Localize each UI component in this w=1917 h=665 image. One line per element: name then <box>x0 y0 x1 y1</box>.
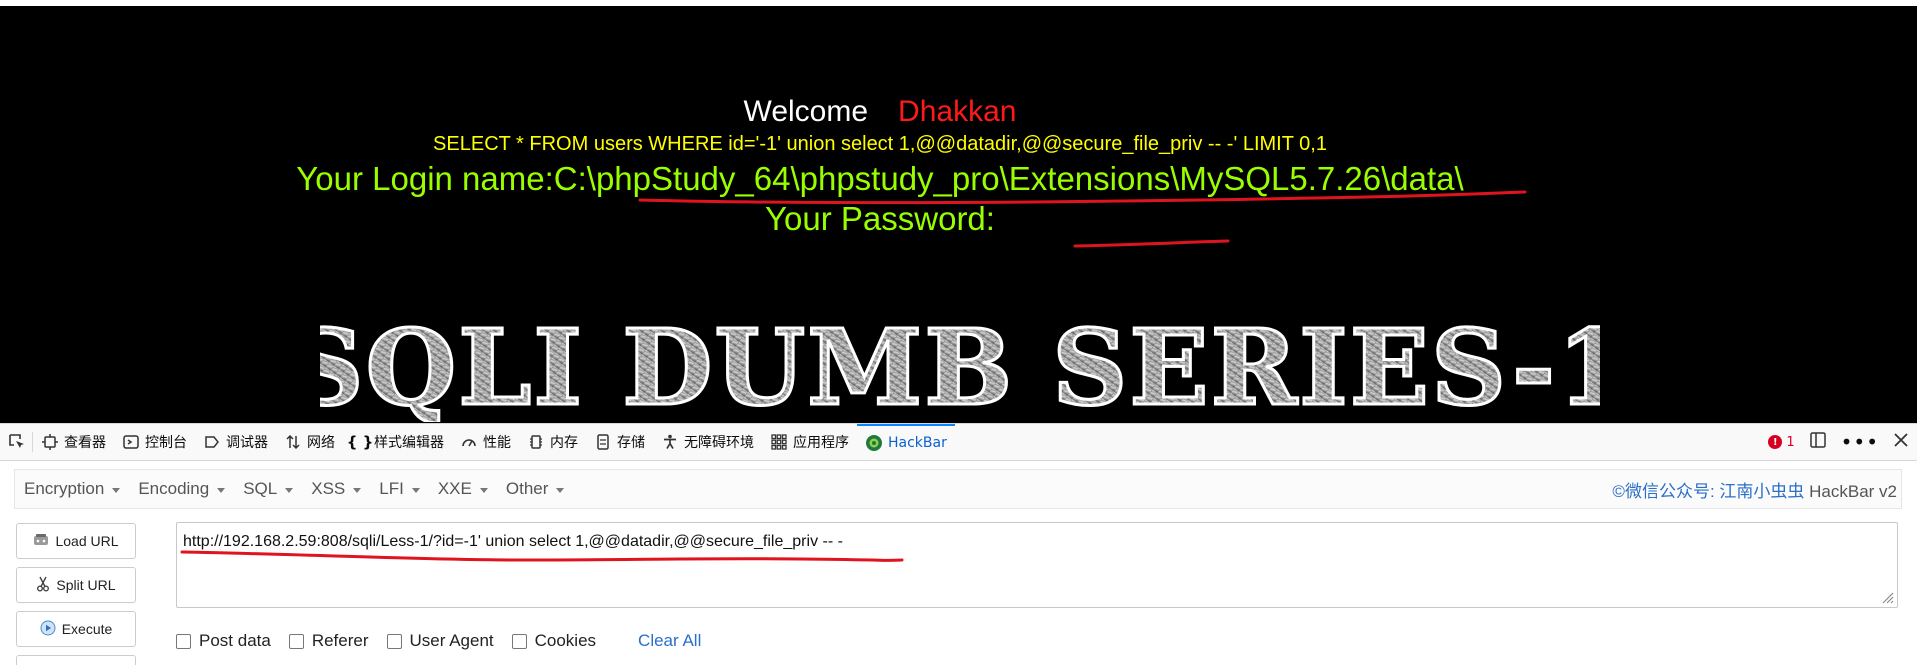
tab-label: 应用程序 <box>793 435 849 451</box>
hackbar-panel: Encryption Encoding SQL XSS LFI XXE Othe… <box>0 461 1917 665</box>
more-options-icon[interactable]: ••• <box>1841 432 1879 452</box>
error-count-badge[interactable]: ! 1 <box>1768 434 1795 450</box>
cookies-checkbox[interactable] <box>511 633 527 649</box>
tab-storage[interactable]: 存储 <box>586 424 653 460</box>
password-underline <box>1073 239 1230 248</box>
dock-toggle-icon[interactable] <box>1809 431 1827 453</box>
user-agent-checkbox[interactable] <box>386 633 402 649</box>
tab-label: 控制台 <box>145 435 187 451</box>
application-icon <box>770 433 788 451</box>
hackbar-options: Post data Referer User Agent Cookies Cle… <box>176 631 701 651</box>
sqli-dumb-series-banner: SQLI DUMB SERIES-1 <box>320 312 1600 422</box>
tab-console[interactable]: 控制台 <box>114 424 195 460</box>
tab-label: 性能 <box>483 435 511 451</box>
tab-label: 内存 <box>550 435 578 451</box>
storage-icon <box>594 433 612 451</box>
tab-label: 调试器 <box>226 435 268 451</box>
referer-checkbox[interactable] <box>288 633 304 649</box>
url-underline <box>180 550 904 562</box>
tab-label: 查看器 <box>64 435 106 451</box>
style-editor-icon: { } <box>346 433 374 451</box>
tab-label: 存储 <box>617 435 645 451</box>
element-picker-button[interactable] <box>0 424 32 460</box>
error-icon: ! <box>1768 435 1783 449</box>
tab-label: 网络 <box>307 435 335 451</box>
option-label: User Agent <box>409 631 494 650</box>
network-icon <box>284 433 302 451</box>
tab-network[interactable]: 网络 <box>276 424 343 460</box>
element-picker-icon <box>8 433 26 451</box>
memory-icon <box>527 433 545 451</box>
inspector-icon <box>41 433 59 451</box>
login-value-underline <box>638 190 1527 205</box>
option-post-data[interactable]: Post data <box>176 631 271 651</box>
option-label: Cookies <box>534 631 597 650</box>
tab-performance[interactable]: 性能 <box>452 424 519 460</box>
option-referer[interactable]: Referer <box>288 631 369 651</box>
banner-text: SQLI DUMB SERIES-1 <box>320 312 1600 422</box>
webpage-viewport: Welcome Dhakkan SELECT * FROM users WHERE… <box>0 0 1917 423</box>
debugger-icon <box>203 433 221 451</box>
console-icon <box>122 433 140 451</box>
clear-all-link[interactable]: Clear All <box>638 631 701 651</box>
tab-debugger[interactable]: 调试器 <box>195 424 276 460</box>
performance-icon <box>460 433 478 451</box>
option-cookies[interactable]: Cookies <box>511 631 597 651</box>
tab-accessibility[interactable]: 无障碍环境 <box>653 424 762 460</box>
tab-style-editor[interactable]: { } 样式编辑器 <box>343 424 452 460</box>
devtools-right-controls: ! 1 ••• <box>1768 431 1917 453</box>
tab-label: 样式编辑器 <box>374 435 444 451</box>
tab-label: HackBar <box>888 435 947 451</box>
tab-hackbar[interactable]: HackBar <box>857 424 955 460</box>
devtools-toolbar: 查看器 控制台 调试器 网络 { } 样式编辑器 性能 内存 存储 无障碍环境 … <box>0 423 1917 461</box>
tab-application[interactable]: 应用程序 <box>762 424 857 460</box>
close-devtools-icon[interactable] <box>1893 432 1909 452</box>
option-label: Post data <box>199 631 271 650</box>
error-count: 1 <box>1786 434 1795 450</box>
option-user-agent[interactable]: User Agent <box>386 631 494 651</box>
hackbar-icon <box>865 434 883 452</box>
tab-inspector[interactable]: 查看器 <box>33 424 114 460</box>
option-label: Referer <box>311 631 369 650</box>
tab-memory[interactable]: 内存 <box>519 424 586 460</box>
post-data-checkbox[interactable] <box>176 633 191 649</box>
tab-label: 无障碍环境 <box>684 435 754 451</box>
accessibility-icon <box>661 433 679 451</box>
